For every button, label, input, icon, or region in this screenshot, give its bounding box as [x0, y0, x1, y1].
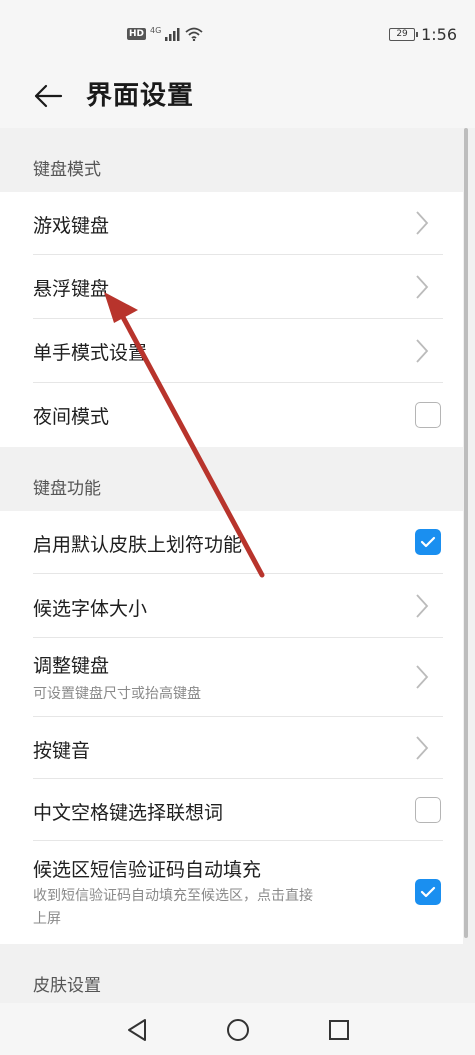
status-right: 29 1:56 [389, 24, 457, 44]
row-label: 候选字体大小 [33, 598, 148, 620]
section-header-skin-settings: 皮肤设置 [0, 944, 463, 1003]
page-title: 界面设置 [86, 81, 195, 111]
status-bar: HD 4G 29 1:56 [0, 0, 475, 68]
network-type: 4G [150, 25, 162, 35]
chevron-right-icon [416, 339, 429, 363]
chevron-right-icon [416, 594, 429, 618]
title-bar: 界面设置 [0, 68, 475, 128]
row-adjust-keyboard[interactable]: 调整键盘 可设置键盘尺寸或抬高键盘 [0, 638, 463, 717]
space-associate-checkbox[interactable] [415, 797, 441, 823]
row-label: 启用默认皮肤上划符功能 [33, 534, 243, 556]
group-keyboard-mode: 游戏键盘 悬浮键盘 单手模式设置 夜间模式 [0, 192, 463, 447]
scrollbar[interactable] [464, 128, 468, 938]
row-label: 悬浮键盘 [33, 278, 110, 300]
signal-icon [165, 27, 180, 41]
night-mode-checkbox[interactable] [415, 402, 441, 428]
battery-icon: 29 [389, 27, 419, 41]
status-indicators: HD 4G [127, 24, 203, 44]
row-label: 游戏键盘 [33, 215, 110, 237]
chevron-right-icon [416, 736, 429, 760]
section-header-keyboard-mode: 键盘模式 [0, 128, 463, 192]
row-floating-keyboard[interactable]: 悬浮键盘 [0, 255, 463, 319]
chevron-right-icon [416, 665, 429, 689]
row-label: 中文空格键选择联想词 [33, 802, 224, 824]
checkmark-icon [420, 886, 436, 898]
checkmark-icon [420, 536, 436, 548]
row-label: 按键音 [33, 740, 91, 762]
nav-back-button[interactable] [124, 1017, 150, 1043]
nav-bar [0, 1003, 475, 1055]
battery-level: 29 [396, 28, 408, 39]
wifi-icon [185, 27, 203, 41]
row-candidate-font-size[interactable]: 候选字体大小 [0, 574, 463, 638]
circle-home-icon [227, 1019, 249, 1041]
row-sublabel-line1: 收到短信验证码自动填充至候选区，点击直接 [33, 888, 313, 904]
clock: 1:56 [421, 24, 457, 44]
row-sms-code-autofill[interactable]: 候选区短信验证码自动填充 收到短信验证码自动填充至候选区，点击直接 上屏 [0, 841, 463, 944]
row-label: 候选区短信验证码自动填充 [33, 859, 262, 881]
row-space-associate[interactable]: 中文空格键选择联想词 [0, 779, 463, 841]
row-label: 夜间模式 [33, 406, 110, 428]
row-swipe-symbol[interactable]: 启用默认皮肤上划符功能 [0, 511, 463, 574]
row-night-mode[interactable]: 夜间模式 [0, 383, 463, 447]
group-keyboard-functions: 启用默认皮肤上划符功能 候选字体大小 调整键盘 可设置键盘尺寸或抬高键盘 按键音… [0, 511, 463, 944]
triangle-back-icon [128, 1019, 146, 1041]
nav-recents-button[interactable] [326, 1017, 352, 1043]
row-key-sound[interactable]: 按键音 [0, 717, 463, 779]
section-header-keyboard-functions: 键盘功能 [0, 447, 463, 511]
chevron-right-icon [416, 275, 429, 299]
sms-code-checkbox[interactable] [415, 879, 441, 905]
back-arrow-icon [34, 84, 63, 108]
square-recents-icon [329, 1020, 349, 1040]
hd-badge: HD [127, 28, 147, 40]
row-sublabel-line2: 上屏 [33, 911, 61, 927]
row-label: 调整键盘 [33, 655, 110, 677]
row-label: 单手模式设置 [33, 342, 148, 364]
row-sublabel: 可设置键盘尺寸或抬高键盘 [33, 686, 201, 702]
swipe-symbol-checkbox[interactable] [415, 529, 441, 555]
nav-home-button[interactable] [225, 1017, 251, 1043]
row-one-hand-mode[interactable]: 单手模式设置 [0, 319, 463, 383]
back-button[interactable] [28, 76, 68, 116]
chevron-right-icon [416, 211, 429, 235]
row-game-keyboard[interactable]: 游戏键盘 [0, 192, 463, 255]
